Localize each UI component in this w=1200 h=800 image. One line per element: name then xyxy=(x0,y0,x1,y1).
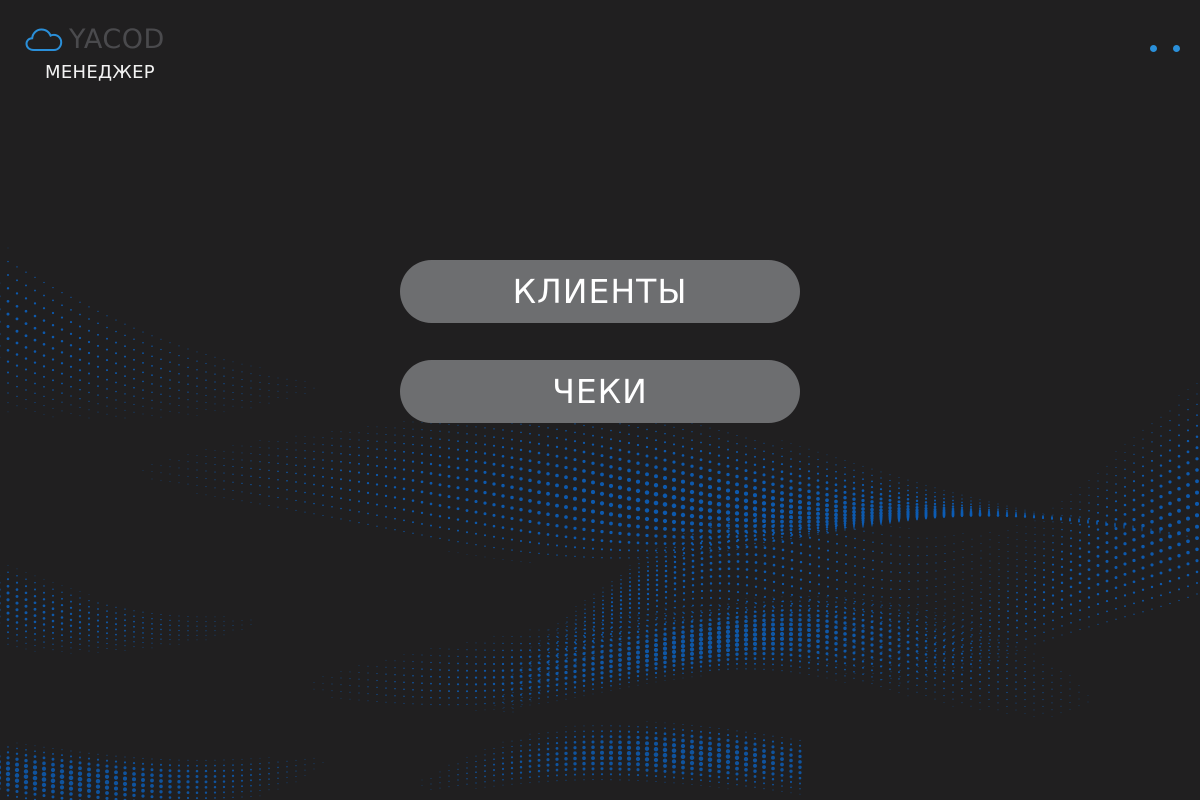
checks-button[interactable]: ЧЕКИ xyxy=(400,360,800,423)
cloud-icon xyxy=(25,28,63,51)
main-screen: YACOD МЕНЕДЖЕР КЛИЕНТЫ ЧЕКИ xyxy=(0,0,1200,800)
menu-dot xyxy=(1150,44,1157,52)
more-menu-button[interactable] xyxy=(1150,40,1180,56)
app-logo: YACOD xyxy=(25,26,165,54)
clients-button[interactable]: КЛИЕНТЫ xyxy=(400,260,800,323)
app-subtitle: МЕНЕДЖЕР xyxy=(45,62,155,83)
logo-text: YACOD xyxy=(69,24,165,55)
menu-dot xyxy=(1173,44,1180,52)
